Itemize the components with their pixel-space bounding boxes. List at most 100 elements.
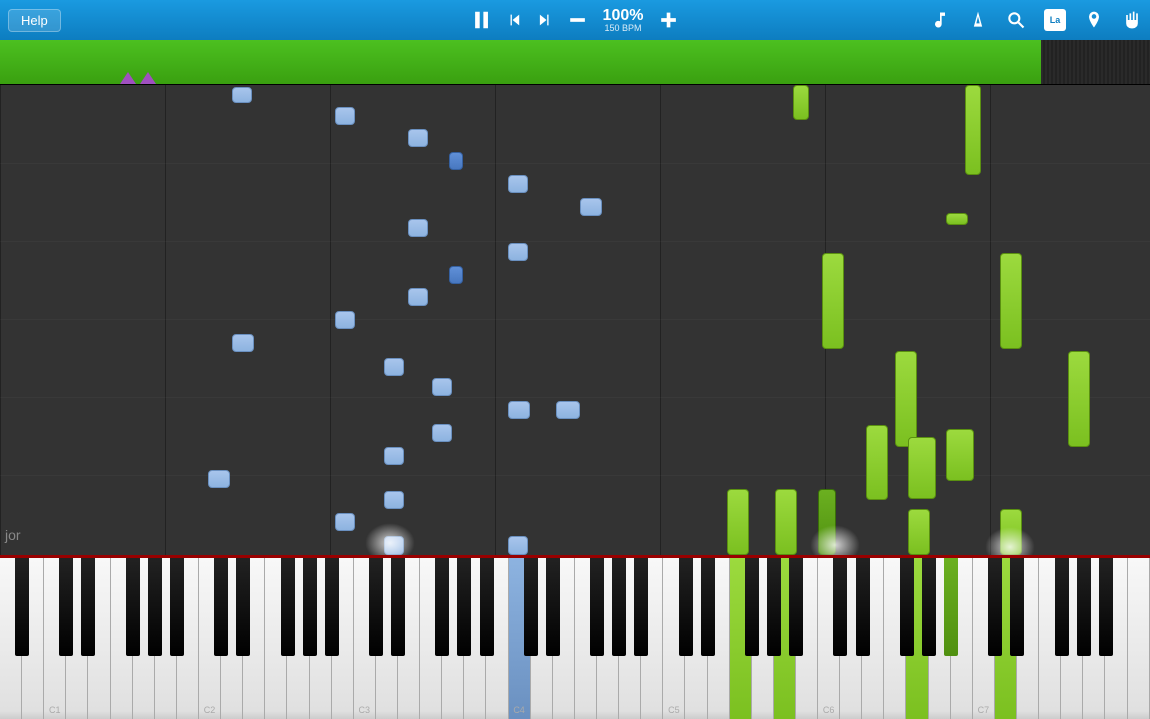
falling-note xyxy=(384,447,404,465)
falling-note xyxy=(408,219,428,237)
help-button[interactable]: Help xyxy=(8,9,61,32)
falling-note xyxy=(335,513,355,531)
playback-controls: 100% 150 BPM xyxy=(471,8,680,33)
falling-note xyxy=(946,429,974,481)
tempo-bpm: 150 BPM xyxy=(603,24,644,33)
black-key[interactable] xyxy=(81,558,95,656)
black-key[interactable] xyxy=(391,558,405,656)
black-key[interactable] xyxy=(789,558,803,656)
octave-label: C1 xyxy=(44,705,65,715)
black-key[interactable] xyxy=(1099,558,1113,656)
black-key[interactable] xyxy=(856,558,870,656)
falling-note xyxy=(432,424,452,442)
black-key[interactable] xyxy=(457,558,471,656)
falling-note xyxy=(822,253,844,349)
black-key[interactable] xyxy=(369,558,383,656)
falling-note xyxy=(727,489,749,555)
black-key[interactable] xyxy=(59,558,73,656)
marker-icon[interactable] xyxy=(1084,10,1104,30)
black-key[interactable] xyxy=(922,558,936,656)
search-icon[interactable] xyxy=(1006,10,1026,30)
black-key[interactable] xyxy=(281,558,295,656)
falling-note xyxy=(818,489,836,555)
falling-note xyxy=(408,129,428,147)
falling-note xyxy=(508,243,528,261)
bookmark-marker[interactable] xyxy=(120,72,136,84)
black-key[interactable] xyxy=(612,558,626,656)
black-key[interactable] xyxy=(15,558,29,656)
black-key[interactable] xyxy=(1055,558,1069,656)
black-key[interactable] xyxy=(325,558,339,656)
plus-icon[interactable] xyxy=(657,9,679,31)
black-key[interactable] xyxy=(303,558,317,656)
black-key[interactable] xyxy=(435,558,449,656)
note-icon[interactable] xyxy=(930,10,950,30)
bookmark-marker[interactable] xyxy=(140,72,156,84)
black-key[interactable] xyxy=(833,558,847,656)
falling-note xyxy=(408,288,428,306)
black-key[interactable] xyxy=(1077,558,1091,656)
key-signature-label: jor xyxy=(5,527,21,543)
note-fall-area: jor xyxy=(0,85,1150,555)
falling-note xyxy=(432,378,452,396)
black-key[interactable] xyxy=(701,558,715,656)
octave-label: C5 xyxy=(663,705,684,715)
tempo-percent: 100% xyxy=(603,8,644,24)
hand-icon[interactable] xyxy=(1122,10,1142,30)
next-icon[interactable] xyxy=(537,12,553,28)
falling-note xyxy=(384,491,404,509)
falling-note xyxy=(335,107,355,125)
progress-remain xyxy=(1041,40,1150,84)
tempo-display[interactable]: 100% 150 BPM xyxy=(603,8,644,33)
falling-note xyxy=(384,358,404,376)
octave-label: C3 xyxy=(354,705,375,715)
black-key[interactable] xyxy=(236,558,250,656)
black-key[interactable] xyxy=(988,558,1002,656)
falling-note xyxy=(1000,509,1022,555)
white-key[interactable] xyxy=(1128,558,1150,719)
black-key[interactable] xyxy=(944,558,958,656)
prev-icon[interactable] xyxy=(507,12,523,28)
falling-note xyxy=(775,489,797,555)
black-key[interactable] xyxy=(170,558,184,656)
black-key[interactable] xyxy=(524,558,538,656)
black-key[interactable] xyxy=(679,558,693,656)
falling-note xyxy=(908,437,936,499)
metronome-icon[interactable] xyxy=(968,10,988,30)
minus-icon[interactable] xyxy=(567,9,589,31)
octave-label: C7 xyxy=(973,705,994,715)
falling-note xyxy=(793,85,809,120)
falling-note xyxy=(449,266,463,284)
black-key[interactable] xyxy=(1010,558,1024,656)
falling-note xyxy=(208,470,230,488)
black-key[interactable] xyxy=(546,558,560,656)
falling-note xyxy=(556,401,580,419)
progress-fill xyxy=(0,40,1041,84)
black-key[interactable] xyxy=(126,558,140,656)
black-key[interactable] xyxy=(214,558,228,656)
black-key[interactable] xyxy=(745,558,759,656)
falling-note xyxy=(866,425,888,500)
pause-icon[interactable] xyxy=(471,9,493,31)
falling-note xyxy=(232,334,254,352)
black-key[interactable] xyxy=(148,558,162,656)
progress-bar[interactable] xyxy=(0,40,1150,85)
falling-note xyxy=(508,175,528,193)
falling-note xyxy=(508,401,530,419)
right-controls: La xyxy=(930,9,1142,31)
falling-note xyxy=(580,198,602,216)
labels-button[interactable]: La xyxy=(1044,9,1066,31)
falling-note xyxy=(335,311,355,329)
black-key[interactable] xyxy=(634,558,648,656)
black-key[interactable] xyxy=(900,558,914,656)
black-key[interactable] xyxy=(480,558,494,656)
falling-note xyxy=(908,509,930,555)
falling-note xyxy=(965,85,981,175)
toolbar: Help 100% 150 BPM La xyxy=(0,0,1150,40)
falling-note xyxy=(946,213,968,225)
black-key[interactable] xyxy=(767,558,781,656)
falling-note xyxy=(1068,351,1090,447)
falling-note xyxy=(384,536,404,555)
black-key[interactable] xyxy=(590,558,604,656)
falling-note xyxy=(449,152,463,170)
